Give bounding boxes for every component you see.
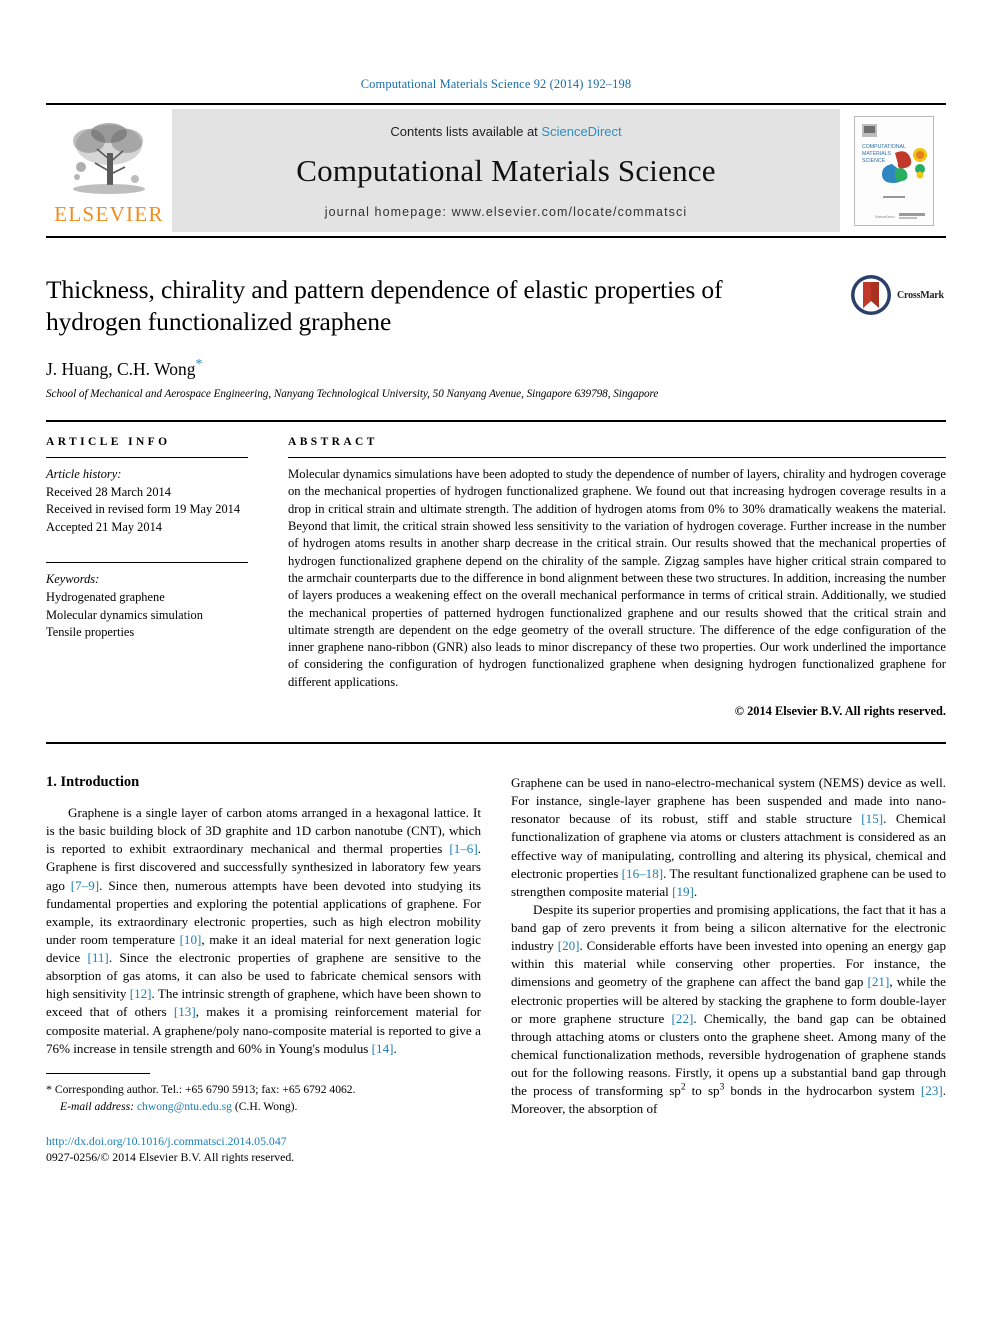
article-history-label: Article history: <box>46 467 122 482</box>
page-title: Thickness, chirality and pattern depende… <box>46 275 723 336</box>
journal-cover-container: COMPUTATIONAL MATERIALS SCIENCE ScienceD… <box>840 105 946 236</box>
footnote-marker: * <box>46 1081 52 1096</box>
right-column: Graphene can be used in nano-electro-mec… <box>511 774 946 1166</box>
email-note: E-mail address: chwong@ntu.edu.sg (C.H. … <box>46 1099 481 1116</box>
sciencedirect-link[interactable]: ScienceDirect <box>541 124 621 139</box>
author-list: J. Huang, C.H. Wong* <box>46 357 946 380</box>
info-abstract-grid: ARTICLE INFO Article history: Received 2… <box>46 436 946 719</box>
citation-22[interactable]: [22] <box>672 1011 694 1026</box>
citation-20[interactable]: [20] <box>558 938 580 953</box>
para-text: Graphene is a single layer of carbon ato… <box>46 805 481 857</box>
intro-paragraph-left: Graphene is a single layer of carbon ato… <box>46 804 481 1058</box>
footnote-separator <box>46 1072 150 1074</box>
elsevier-tree-icon <box>73 122 145 194</box>
keywords-label: Keywords: <box>46 572 100 587</box>
svg-text:MATERIALS: MATERIALS <box>862 151 892 157</box>
running-head: Computational Materials Science 92 (2014… <box>360 77 632 91</box>
info-top-rule <box>46 420 946 423</box>
citation-15[interactable]: [15] <box>861 811 883 826</box>
keyword-item: Hydrogenated graphene <box>46 590 165 605</box>
keyword-item: Tensile properties <box>46 625 135 640</box>
citation-11[interactable]: [11] <box>87 950 108 965</box>
citation-1-6[interactable]: [1–6] <box>449 841 477 856</box>
para-text: . <box>693 883 698 899</box>
citation-10[interactable]: [10] <box>180 932 202 947</box>
cover-artwork: COMPUTATIONAL MATERIALS SCIENCE ScienceD… <box>855 116 933 225</box>
email-link[interactable]: chwong@ntu.edu.sg <box>137 1100 232 1113</box>
para-text: bonds in the hydrocarbon system <box>724 1083 921 1099</box>
citation-12[interactable]: [12] <box>130 986 152 1001</box>
elsevier-wordmark: ELSEVIER <box>54 201 164 226</box>
citation-23[interactable]: [23] <box>921 1083 943 1098</box>
article-info-rule <box>46 457 248 459</box>
citation-13[interactable]: [13] <box>174 1004 196 1019</box>
journal-title: Computational Materials Science <box>296 153 716 188</box>
article-info-column: ARTICLE INFO Article history: Received 2… <box>46 436 288 719</box>
journal-masthead: ELSEVIER Contents lists available at Sci… <box>46 103 946 238</box>
article-history-received: Received 28 March 2014 <box>46 484 171 499</box>
crossmark-icon <box>851 275 891 315</box>
citation-7-9[interactable]: [7–9] <box>71 878 99 893</box>
article-history-revised: Received in revised form 19 May 2014 <box>46 502 241 517</box>
abstract-text: Molecular dynamics simulations have been… <box>288 467 946 689</box>
journal-cover-thumbnail: COMPUTATIONAL MATERIALS SCIENCE ScienceD… <box>854 115 934 226</box>
intro-paragraph-right-1: Graphene can be used in nano-electro-mec… <box>511 774 946 901</box>
author-names: J. Huang, C.H. Wong <box>46 359 196 380</box>
email-label: E-mail address: <box>60 1099 134 1113</box>
crossmark-badge[interactable]: CrossMark <box>850 272 946 318</box>
citation-21[interactable]: [21] <box>868 974 890 989</box>
para-text: to sp <box>685 1083 720 1099</box>
intro-paragraph-right-2: Despite its superior properties and prom… <box>511 901 946 1119</box>
keywords-block: Keywords: Hydrogenated graphene Molecula… <box>46 562 248 641</box>
abstract-bottom-rule <box>46 742 946 745</box>
body-columns: 1. Introduction Graphene is a single lay… <box>46 774 946 1166</box>
corresponding-author-note: * Corresponding author. Tel.: +65 6790 5… <box>46 1081 481 1099</box>
title-block: Thickness, chirality and pattern depende… <box>46 274 946 400</box>
keyword-item: Molecular dynamics simulation <box>46 607 203 622</box>
introduction-heading: 1. Introduction <box>46 774 140 791</box>
article-info-heading: ARTICLE INFO <box>46 436 171 449</box>
keywords-rule <box>46 562 248 564</box>
crossmark-label: CrossMark <box>897 289 944 301</box>
elsevier-logo: ELSEVIER <box>46 105 172 236</box>
svg-text:COMPUTATIONAL: COMPUTATIONAL <box>862 144 906 150</box>
email-owner: (C.H. Wong). <box>234 1099 298 1113</box>
left-column: 1. Introduction Graphene is a single lay… <box>46 774 481 1166</box>
svg-text:SCIENCE: SCIENCE <box>862 158 886 164</box>
contents-available-line: Contents lists available at ScienceDirec… <box>390 124 621 139</box>
citation-16-18[interactable]: [16–18] <box>622 866 663 881</box>
svg-text:ScienceDirect: ScienceDirect <box>875 215 895 219</box>
article-history-accepted: Accepted 21 May 2014 <box>46 519 162 534</box>
journal-homepage-link[interactable]: journal homepage: www.elsevier.com/locat… <box>325 205 687 219</box>
abstract-column: ABSTRACT Molecular dynamics simulations … <box>288 436 946 719</box>
abstract-rule <box>288 457 946 459</box>
masthead-center: Contents lists available at ScienceDirec… <box>172 109 840 232</box>
doi-link[interactable]: http://dx.doi.org/10.1016/j.commatsci.20… <box>46 1134 481 1150</box>
contents-prefix: Contents lists available at <box>390 124 538 139</box>
para-text: . <box>393 1040 397 1056</box>
affiliation: School of Mechanical and Aerospace Engin… <box>46 388 659 401</box>
issn-copyright-line: 0927-0256/© 2014 Elsevier B.V. All right… <box>46 1150 295 1165</box>
abstract-copyright: © 2014 Elsevier B.V. All rights reserved… <box>734 704 946 719</box>
footnote-text: Corresponding author. Tel.: +65 6790 591… <box>54 1082 356 1096</box>
paper-page: Computational Materials Science 92 (2014… <box>0 0 992 1323</box>
doi-block: http://dx.doi.org/10.1016/j.commatsci.20… <box>46 1134 481 1166</box>
abstract-heading: ABSTRACT <box>288 436 378 449</box>
corresponding-author-marker[interactable]: * <box>195 357 202 372</box>
citation-14[interactable]: [14] <box>372 1041 394 1056</box>
citation-19[interactable]: [19] <box>672 884 694 899</box>
